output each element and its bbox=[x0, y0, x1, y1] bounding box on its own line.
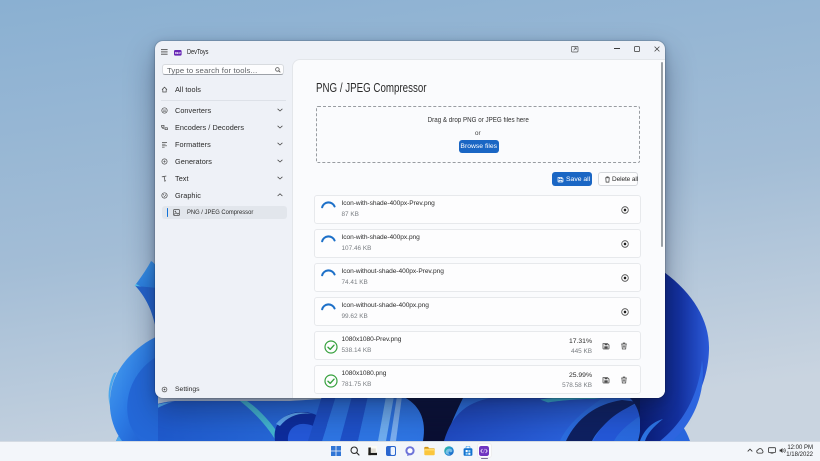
svg-text:DEV: DEV bbox=[175, 50, 181, 54]
